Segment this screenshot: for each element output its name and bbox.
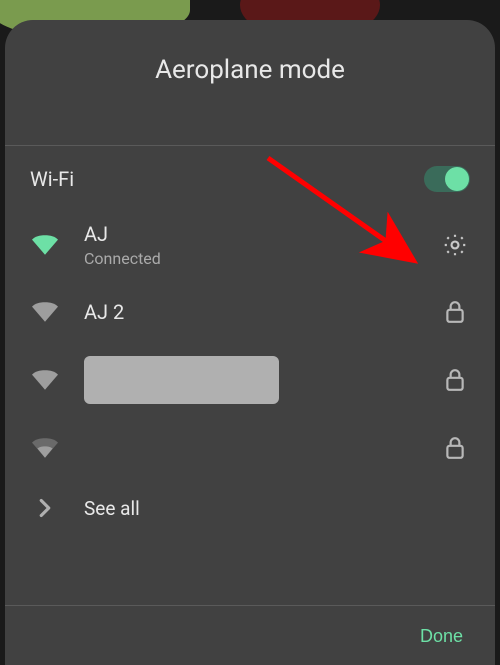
network-name: AJ [84,222,440,246]
see-all-label: See all [84,497,140,520]
lock-indicator [440,300,470,324]
lock-icon [445,436,465,460]
network-name-redacted [84,356,279,404]
network-list: AJ Connected AJ 2 [5,210,495,605]
network-item[interactable]: AJ 2 [5,280,495,344]
wifi-signal-icon [30,438,60,458]
wifi-toggle[interactable] [424,166,470,192]
wifi-signal-icon [30,235,60,255]
see-all-button[interactable]: See all [5,480,495,536]
network-settings-button[interactable] [440,232,470,258]
lock-icon [445,300,465,324]
wifi-signal-icon [30,370,60,390]
panel-footer: Done [5,606,495,665]
network-status: Connected [84,249,440,268]
network-item-connected[interactable]: AJ Connected [5,210,495,280]
network-item[interactable] [5,416,495,480]
network-item[interactable] [5,344,495,416]
lock-indicator [440,436,470,460]
panel-header: Aeroplane mode [5,20,495,145]
lock-icon [445,368,465,392]
wifi-section-title: Wi-Fi [30,167,74,191]
quick-settings-panel: Aeroplane mode Wi-Fi AJ Connected AJ 2 [5,20,495,665]
gear-icon [442,232,468,258]
wifi-signal-icon [30,302,60,322]
wifi-section-header: Wi-Fi [5,146,495,210]
network-name: AJ 2 [84,300,440,324]
panel-title: Aeroplane mode [5,55,495,85]
chevron-right-icon [30,498,60,518]
lock-indicator [440,368,470,392]
done-button[interactable]: Done [420,626,463,647]
